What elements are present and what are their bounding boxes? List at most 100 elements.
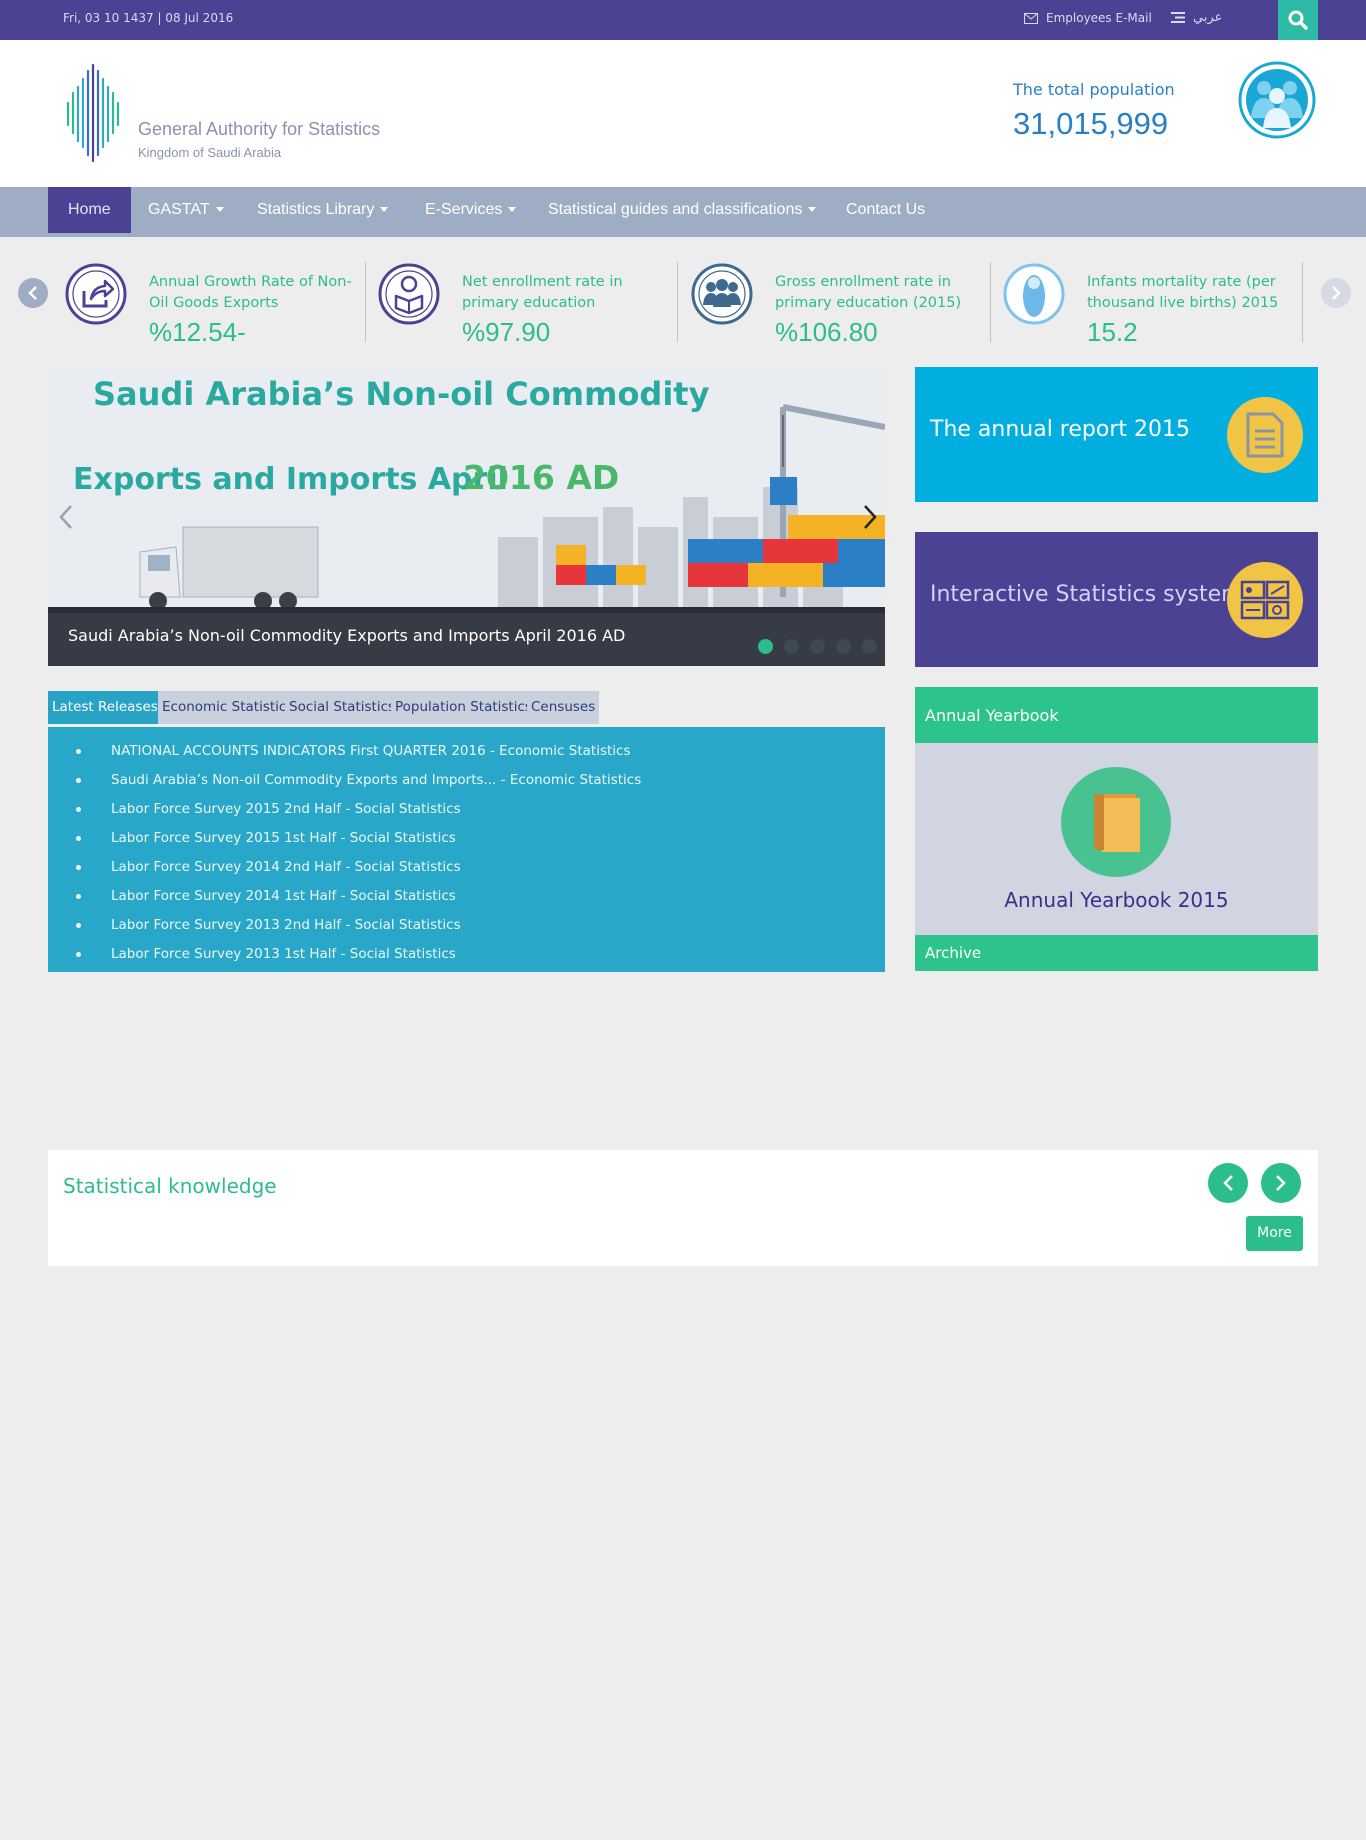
release-link[interactable]: Labor Force Survey 2014 2nd Half - Socia… xyxy=(111,853,461,882)
releases-list: NATIONAL ACCOUNTS INDICATORS First QUART… xyxy=(66,737,641,969)
nav-statistical-guides-label: Statistical guides and classifications xyxy=(548,201,803,218)
nav-statistics-library[interactable]: Statistics Library xyxy=(237,187,408,233)
knowledge-prev-button[interactable] xyxy=(1208,1163,1248,1203)
tab-latest-releases[interactable]: Latest Releases xyxy=(48,691,162,724)
annual-yearbook-heading: Annual Yearbook xyxy=(925,706,1059,725)
slide-caption: Saudi Arabia’s Non-oil Commodity Exports… xyxy=(48,607,885,666)
chevron-left-icon xyxy=(28,286,37,300)
more-button[interactable]: More xyxy=(1246,1216,1303,1251)
latest-releases-panel: NATIONAL ACCOUNTS INDICATORS First QUART… xyxy=(48,727,885,972)
list-item[interactable]: NATIONAL ACCOUNTS INDICATORS First QUART… xyxy=(66,737,641,766)
release-link[interactable]: Labor Force Survey 2014 1st Half - Socia… xyxy=(111,882,456,911)
nav-gastat-label: GASTAT xyxy=(148,201,210,218)
indicator-card[interactable]: Net enrollment rate in primary education… xyxy=(377,262,689,347)
yearbook-archive-link[interactable]: Archive xyxy=(915,935,1318,971)
list-item[interactable]: Saudi Arabia’s Non-oil Commodity Exports… xyxy=(66,766,641,795)
knowledge-next-button[interactable] xyxy=(1261,1163,1301,1203)
population-people-icon xyxy=(1238,61,1316,139)
list-item[interactable]: Labor Force Survey 2014 1st Half - Socia… xyxy=(66,882,641,911)
release-link[interactable]: Labor Force Survey 2013 1st Half - Socia… xyxy=(111,940,456,969)
main-nav: Home GASTAT Statistics Library E-Service… xyxy=(0,187,1366,237)
indicator-card[interactable]: Infants mortality rate (per thousand liv… xyxy=(1002,262,1314,347)
release-link[interactable]: Labor Force Survey 2015 1st Half - Socia… xyxy=(111,824,456,853)
chevron-left-icon xyxy=(1223,1175,1233,1191)
indicator-card[interactable]: Annual Growth Rate of Non-Oil Goods Expo… xyxy=(64,262,376,347)
nav-contact-us[interactable]: Contact Us xyxy=(826,187,945,233)
list-icon xyxy=(1171,12,1185,23)
list-item[interactable]: Labor Force Survey 2013 2nd Half - Socia… xyxy=(66,911,641,940)
slide-headline-year: 2016 AD xyxy=(463,458,619,497)
list-item[interactable]: Labor Force Survey 2015 1st Half - Socia… xyxy=(66,824,641,853)
indicator-divider xyxy=(677,262,678,342)
book-icon xyxy=(1061,767,1171,877)
nav-statistical-guides[interactable]: Statistical guides and classifications xyxy=(528,187,836,233)
gastat-emblem-icon xyxy=(66,63,120,163)
slide-dot[interactable] xyxy=(862,639,877,654)
indicators-next-button[interactable] xyxy=(1321,278,1351,308)
employees-mail-link[interactable]: Employees E-Mail xyxy=(1024,11,1152,25)
slide-headline-line2: Exports and Imports April xyxy=(73,462,508,497)
indicator-value: %12.54- xyxy=(149,317,246,347)
nav-home[interactable]: Home xyxy=(48,187,131,233)
statistical-knowledge-section: Statistical knowledge More xyxy=(48,1150,1318,1266)
top-bar: Fri, 03 10 1437 | 08 Jul 2016 Employees … xyxy=(0,0,1366,40)
indicator-value: %106.80 xyxy=(775,317,878,347)
indicators-prev-button[interactable] xyxy=(18,278,48,308)
annual-report-label: The annual report 2015 xyxy=(930,417,1190,442)
list-item[interactable]: Labor Force Survey 2015 2nd Half - Socia… xyxy=(66,795,641,824)
annual-report-tile[interactable]: The annual report 2015 xyxy=(915,367,1318,502)
nav-home-label: Home xyxy=(68,201,111,218)
indicator-title: Gross enrollment rate in primary educati… xyxy=(775,274,962,311)
tab-population-statistics[interactable]: Population Statistics xyxy=(391,691,536,724)
bullet-icon xyxy=(76,749,81,754)
indicator-title: Infants mortality rate (per thousand liv… xyxy=(1087,274,1279,311)
slide-headline-line1: Saudi Arabia’s Non-oil Commodity xyxy=(93,375,710,413)
language-label: عربي xyxy=(1193,10,1223,25)
indicator-divider xyxy=(1302,262,1303,342)
slide-next-chevron-icon[interactable] xyxy=(860,502,880,532)
export-arrow-icon xyxy=(65,263,127,325)
indicator-card[interactable]: Gross enrollment rate in primary educati… xyxy=(690,262,1002,347)
slide-dot[interactable] xyxy=(810,639,825,654)
list-item[interactable]: Labor Force Survey 2014 2nd Half - Socia… xyxy=(66,853,641,882)
site-header: General Authority for Statistics Kingdom… xyxy=(0,40,1366,187)
slide-prev-chevron-icon[interactable] xyxy=(56,502,76,532)
gastat-logo[interactable]: General Authority for Statistics Kingdom… xyxy=(63,63,383,163)
caret-down-icon xyxy=(215,207,224,213)
tab-economic-statistics[interactable]: Economic Statistics xyxy=(158,691,298,724)
interactive-statistics-label: Interactive Statistics system xyxy=(930,582,1243,607)
indicator-value: 15.2 xyxy=(1087,317,1138,347)
indicator-divider xyxy=(990,262,991,342)
tab-social-statistics[interactable]: Social Statistics xyxy=(285,691,400,724)
document-icon xyxy=(1227,397,1303,473)
indicator-title: Net enrollment rate in primary education xyxy=(462,274,623,311)
list-item[interactable]: Labor Force Survey 2013 1st Half - Socia… xyxy=(66,940,641,969)
logo-title: General Authority for Statistics xyxy=(138,119,381,139)
nav-contact-us-label: Contact Us xyxy=(846,201,926,218)
nav-e-services-label: E-Services xyxy=(425,201,503,218)
release-link[interactable]: Saudi Arabia’s Non-oil Commodity Exports… xyxy=(111,766,641,795)
logo-subtitle: Kingdom of Saudi Arabia xyxy=(138,145,282,160)
release-link[interactable]: Labor Force Survey 2013 2nd Half - Socia… xyxy=(111,911,461,940)
nav-gastat[interactable]: GASTAT xyxy=(128,187,244,233)
annual-yearbook-header: Annual Yearbook xyxy=(915,687,1318,743)
annual-yearbook-panel[interactable]: Annual Yearbook 2015 xyxy=(915,743,1318,935)
chevron-right-icon xyxy=(1332,286,1341,300)
dashboard-icon xyxy=(1227,562,1303,638)
release-link[interactable]: NATIONAL ACCOUNTS INDICATORS First QUART… xyxy=(111,737,631,766)
nav-e-services[interactable]: E-Services xyxy=(405,187,536,233)
slide-dot[interactable] xyxy=(836,639,851,654)
bullet-icon xyxy=(76,894,81,899)
population-value: 31,015,999 xyxy=(1013,106,1169,141)
caret-down-icon xyxy=(808,207,817,213)
release-link[interactable]: Labor Force Survey 2015 2nd Half - Socia… xyxy=(111,795,461,824)
slide-dots xyxy=(758,639,877,654)
slide-dot[interactable] xyxy=(758,639,773,654)
interactive-statistics-tile[interactable]: Interactive Statistics system xyxy=(915,532,1318,667)
tab-censuses[interactable]: Censuses xyxy=(527,691,600,724)
slide-dot[interactable] xyxy=(784,639,799,654)
nav-statistics-library-label: Statistics Library xyxy=(257,201,375,218)
language-switch[interactable]: عربي xyxy=(1171,10,1222,25)
search-button[interactable] xyxy=(1278,0,1318,40)
news-slider[interactable]: Saudi Arabia’s Non-oil Commodity Exports… xyxy=(48,367,885,666)
